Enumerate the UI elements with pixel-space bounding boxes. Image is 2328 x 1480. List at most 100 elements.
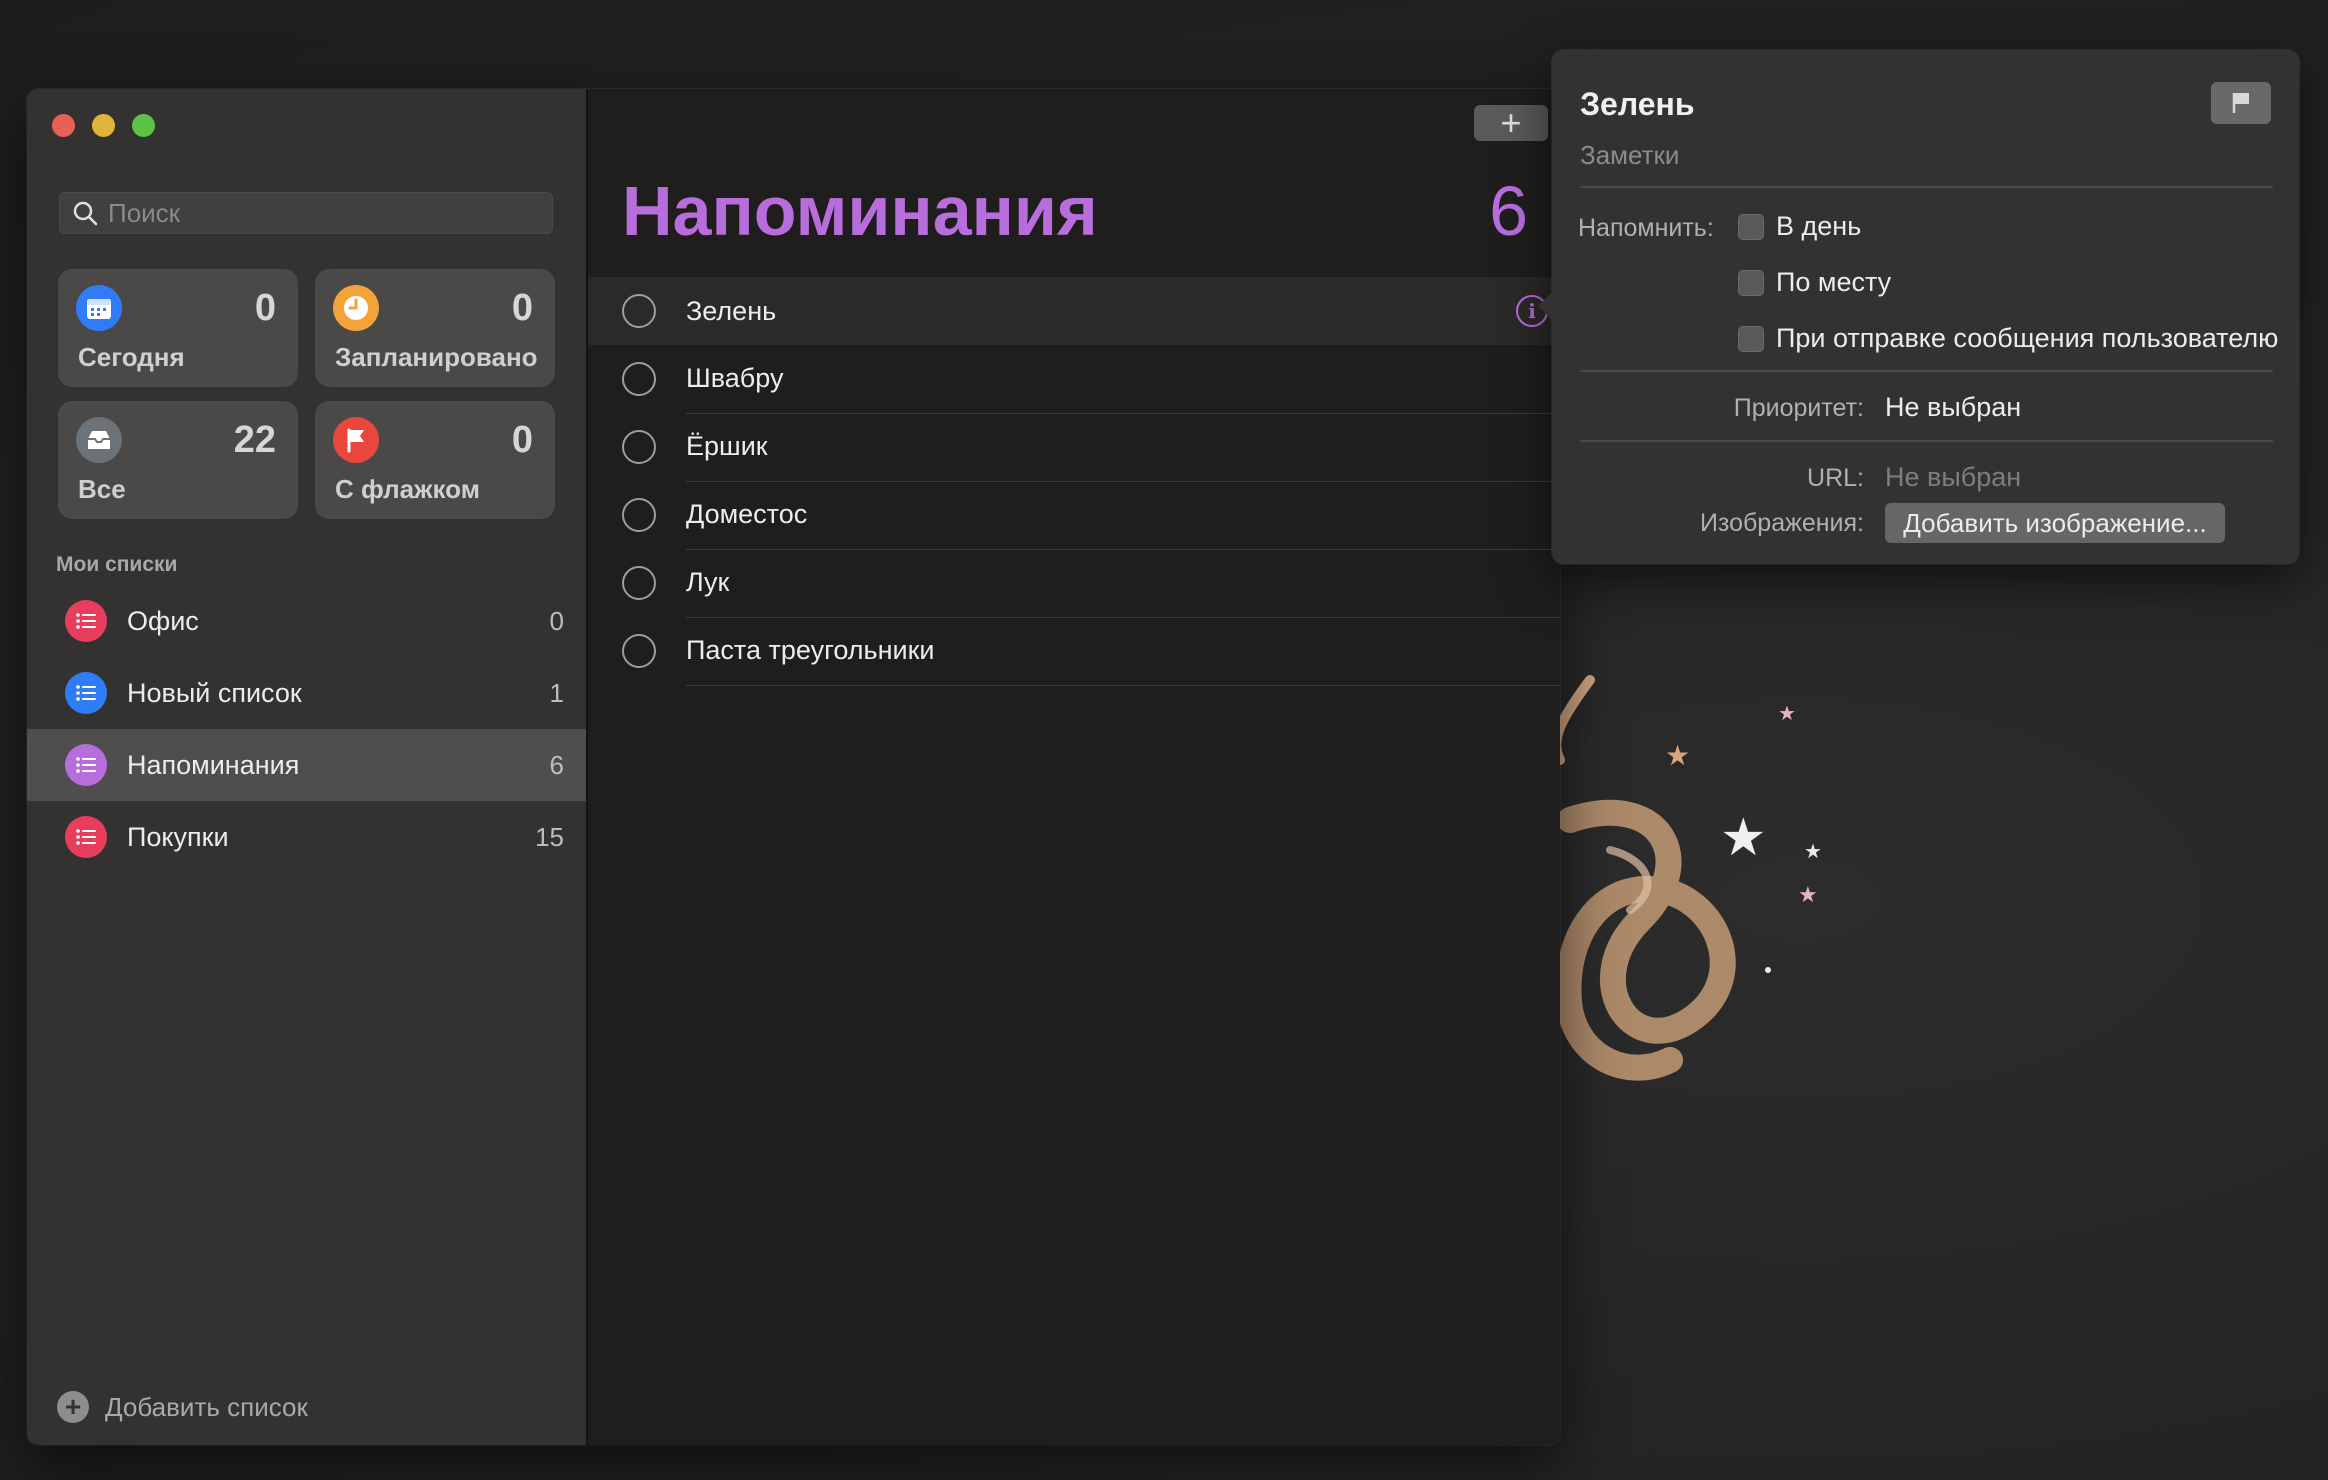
my-lists: Офис 0 Новый список 1 Напоминания 6 Поку… [27, 585, 586, 873]
remind-when-messaging-option[interactable]: При отправке сообщения пользователю [1738, 323, 2278, 354]
today-count: 0 [254, 287, 276, 329]
minimize-window-button[interactable] [92, 114, 115, 137]
reminder-row[interactable]: Доместос [588, 481, 1560, 550]
notes-field[interactable]: Заметки [1580, 140, 1679, 171]
remind-label: Напомнить: [1578, 214, 1714, 242]
add-list-label: Добавить список [105, 1391, 308, 1422]
list-item-new-list[interactable]: Новый список 1 [27, 657, 586, 729]
add-image-button[interactable]: Добавить изображение... [1885, 503, 2225, 543]
reminder-row[interactable]: Швабру [588, 345, 1560, 414]
complete-checkbox[interactable] [622, 498, 656, 532]
reminders-pane: + Напоминания 6 Зелень i Швабру Ёршик До… [588, 89, 1560, 1445]
smart-list-flagged[interactable]: 0 С флажком [315, 401, 555, 519]
today-label: Сегодня [78, 342, 185, 372]
list-name: Покупки [127, 821, 229, 852]
list-title: Напоминания [622, 172, 1098, 250]
list-item-reminders[interactable]: Напоминания 6 [27, 729, 586, 801]
remind-on-day-checkbox[interactable] [1738, 213, 1764, 240]
flag-icon [2232, 93, 2249, 113]
flagged-label: С флажком [335, 474, 480, 504]
reminder-row[interactable]: Паста треугольники [588, 617, 1560, 686]
remind-on-day-option[interactable]: В день [1738, 211, 1861, 242]
reminder-row[interactable]: Лук [588, 549, 1560, 618]
list-count: 0 [549, 605, 564, 636]
list-count: 1 [549, 677, 564, 708]
list-item-shopping[interactable]: Покупки 15 [27, 801, 586, 873]
divider [1580, 370, 2273, 372]
reminder-title[interactable]: Швабру [686, 345, 1560, 414]
reminder-title[interactable]: Доместос [686, 481, 1560, 550]
search-input[interactable] [106, 196, 510, 230]
svg-text:★: ★ [1778, 701, 1796, 725]
svg-text:★: ★ [1798, 883, 1818, 908]
svg-text:★: ★ [1665, 739, 1690, 772]
smart-list-all[interactable]: 22 Все [58, 401, 298, 519]
flag-toggle-button[interactable] [2211, 82, 2271, 124]
remind-when-messaging-label: При отправке сообщения пользователю [1776, 323, 2279, 353]
remind-at-location-label: По месту [1776, 267, 1892, 297]
remind-when-messaging-checkbox[interactable] [1738, 325, 1764, 352]
reminder-title[interactable]: Ёршик [686, 413, 1560, 482]
priority-select[interactable]: Не выбран [1885, 392, 2021, 423]
complete-checkbox[interactable] [622, 566, 656, 600]
complete-checkbox[interactable] [622, 362, 656, 396]
wallpaper-decoration: ★ ★ ★ ★ ★ [1551, 675, 1822, 1081]
list-name: Напоминания [127, 749, 300, 780]
svg-text:★: ★ [1804, 839, 1822, 863]
remind-at-location-option[interactable]: По месту [1738, 267, 1891, 298]
scheduled-label: Запланировано [335, 342, 538, 372]
close-window-button[interactable] [52, 114, 75, 137]
window-controls [52, 114, 155, 137]
all-label: Все [78, 474, 126, 504]
all-count: 22 [233, 419, 276, 461]
list-bullets-icon [65, 672, 107, 714]
smart-lists: 0 Сегодня 0 Запланировано 22 Все 0 С фла… [58, 269, 555, 519]
calendar-icon [76, 285, 122, 331]
plus-circle-icon: + [57, 1391, 89, 1423]
divider [1580, 440, 2273, 442]
smart-list-scheduled[interactable]: 0 Запланировано [315, 269, 555, 387]
search-icon [73, 201, 98, 226]
list-item-office[interactable]: Офис 0 [27, 585, 586, 657]
reminder-row[interactable]: Ёршик [588, 413, 1560, 482]
list-bullets-icon [65, 600, 107, 642]
images-label: Изображения: [1699, 509, 1864, 537]
popover-title[interactable]: Зелень [1580, 86, 1695, 123]
complete-checkbox[interactable] [622, 294, 656, 328]
list-count: 6 [549, 749, 564, 780]
reminder-title[interactable]: Лук [686, 549, 1560, 618]
reminders-list: Зелень i Швабру Ёршик Доместос Лук Паста… [588, 277, 1560, 686]
smart-list-today[interactable]: 0 Сегодня [58, 269, 298, 387]
add-list-button[interactable]: + Добавить список [57, 1391, 308, 1423]
url-field[interactable]: Не выбран [1885, 462, 2021, 493]
svg-text:★: ★ [1720, 808, 1767, 868]
url-label: URL: [1807, 464, 1864, 492]
list-bullets-icon [65, 816, 107, 858]
priority-label: Приоритет: [1733, 394, 1864, 422]
reminder-title[interactable]: Паста треугольники [686, 617, 1560, 686]
add-reminder-button[interactable]: + [1474, 105, 1548, 141]
my-lists-heading: Мои списки [56, 553, 178, 576]
list-name: Новый список [127, 677, 302, 708]
complete-checkbox[interactable] [622, 430, 656, 464]
sidebar: 0 Сегодня 0 Запланировано 22 Все [27, 89, 588, 1445]
flag-icon [333, 417, 379, 463]
remind-on-day-label: В день [1776, 211, 1862, 241]
remind-at-location-checkbox[interactable] [1738, 269, 1764, 296]
reminder-row[interactable]: Зелень i [588, 277, 1560, 345]
zoom-window-button[interactable] [132, 114, 155, 137]
list-total-count: 6 [1489, 172, 1528, 250]
tray-icon [76, 417, 122, 463]
list-bullets-icon [65, 744, 107, 786]
search-field[interactable] [59, 192, 553, 234]
divider [1580, 186, 2273, 188]
reminder-title[interactable]: Зелень [686, 277, 1560, 345]
clock-icon [333, 285, 379, 331]
list-name: Офис [127, 605, 199, 636]
reminders-window: 0 Сегодня 0 Запланировано 22 Все [27, 89, 1560, 1445]
flagged-count: 0 [511, 419, 533, 461]
scheduled-count: 0 [511, 287, 533, 329]
list-count: 15 [535, 821, 564, 852]
complete-checkbox[interactable] [622, 634, 656, 668]
reminder-details-popover: Зелень Заметки Напомнить: В день По мест… [1538, 50, 2299, 564]
